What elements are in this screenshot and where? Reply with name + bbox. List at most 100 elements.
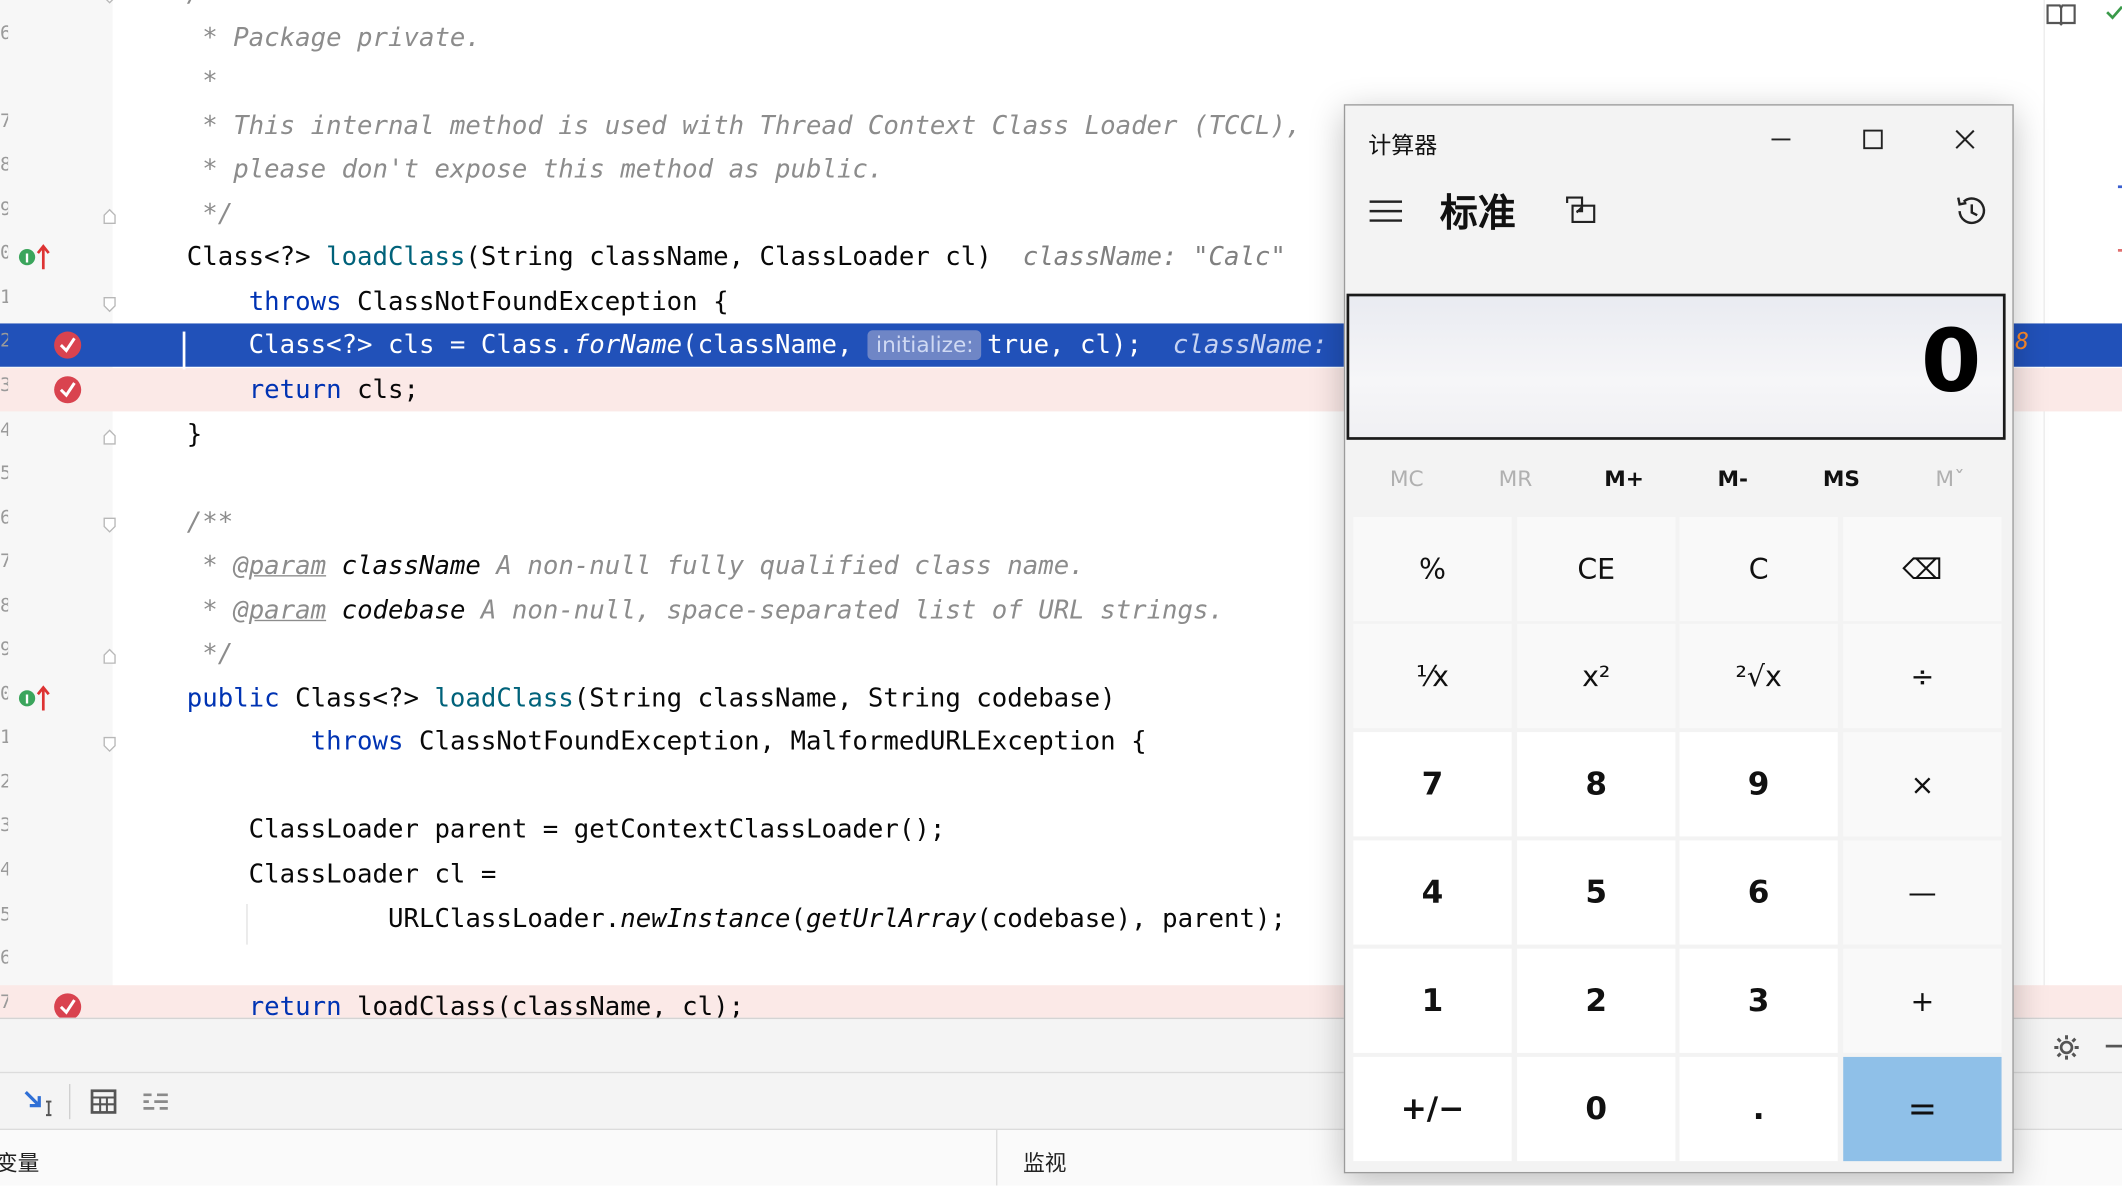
- digit-6-key[interactable]: 6: [1679, 840, 1838, 945]
- code-line[interactable]: *: [0, 60, 2122, 103]
- clear-entry-key[interactable]: CE: [1517, 516, 1676, 622]
- code-token: loadClass: [326, 242, 466, 273]
- code-token: getUrlArray: [806, 903, 977, 934]
- code-token: Class<?>: [186, 242, 327, 273]
- digit-1-key[interactable]: 1: [1353, 948, 1512, 1053]
- code-token: return: [248, 374, 342, 405]
- indent-guide: [246, 904, 248, 945]
- percent-key[interactable]: %: [1353, 516, 1512, 622]
- fold-icon[interactable]: [103, 292, 117, 313]
- minimize-panel-icon[interactable]: [2105, 1044, 2122, 1048]
- window-title: 计算器: [1368, 132, 1438, 160]
- backspace-key[interactable]: ⌫: [1843, 516, 2002, 622]
- code-token: @param: [233, 550, 327, 581]
- code-text: ClassLoader parent = getContextClassLoad…: [187, 814, 946, 846]
- maximize-button[interactable]: [1846, 116, 1900, 162]
- code-token: * Package private.: [186, 22, 481, 53]
- step-into-cursor-icon[interactable]: [22, 1084, 57, 1119]
- implementation-marker-icon[interactable]: I: [18, 241, 53, 279]
- fold-icon[interactable]: [103, 733, 117, 753]
- line-number: 5: [0, 463, 8, 485]
- memory-button-3[interactable]: M-: [1678, 466, 1788, 492]
- implementation-marker-icon[interactable]: I: [18, 682, 53, 720]
- code-token: *: [186, 66, 218, 97]
- memory-button-4[interactable]: MS: [1787, 466, 1897, 492]
- digit-4-key[interactable]: 4: [1353, 840, 1512, 945]
- digit-3-key[interactable]: 3: [1679, 948, 1838, 1053]
- digit-0-key[interactable]: 0: [1517, 1056, 1676, 1162]
- subtract-key[interactable]: —: [1843, 840, 2002, 945]
- fold-icon[interactable]: [103, 645, 117, 665]
- multiply-key[interactable]: ×: [1843, 732, 2002, 837]
- tab-variables[interactable]: 变量: [0, 1145, 39, 1177]
- code-token: *: [186, 595, 234, 625]
- code-text: * please don't expose this method as pub…: [187, 153, 883, 185]
- add-key[interactable]: +: [1843, 948, 2002, 1053]
- code-token: A non-null fully qualified class name.: [480, 550, 1085, 581]
- line-number: 8: [0, 595, 8, 617]
- code-text: * @param codebase A non-null, space-sepa…: [187, 594, 1224, 626]
- close-button[interactable]: [1938, 116, 1992, 162]
- fold-icon[interactable]: [103, 204, 117, 224]
- equals-key[interactable]: =: [1843, 1056, 2002, 1162]
- line-number: 4: [0, 859, 8, 881]
- square-root-key[interactable]: ²√x: [1679, 623, 1838, 729]
- memory-button-1[interactable]: MR: [1461, 466, 1571, 492]
- code-text: /**: [187, 506, 233, 538]
- line-number: 6: [0, 22, 8, 44]
- maximize-icon: [1863, 129, 1883, 150]
- code-text: Class<?> cls = Class.forName(className, …: [187, 329, 1436, 361]
- digit-7-key[interactable]: 7: [1353, 732, 1512, 837]
- code-token: A non-null, space-separated list of URL …: [465, 595, 1224, 625]
- square-key[interactable]: x²: [1517, 623, 1676, 729]
- line-number: 3: [0, 375, 8, 397]
- menu-hamburger-icon[interactable]: [1369, 200, 1403, 222]
- digit-5-key[interactable]: 5: [1517, 840, 1676, 945]
- minimize-button[interactable]: [1754, 116, 1808, 162]
- line-number: 7: [0, 551, 8, 573]
- fold-icon[interactable]: [103, 424, 117, 444]
- reciprocal-key[interactable]: ⅟x: [1353, 623, 1512, 729]
- toolbar-separator: [69, 1084, 71, 1120]
- gear-icon[interactable]: [2052, 1033, 2082, 1063]
- digit-2-key[interactable]: 2: [1517, 948, 1676, 1053]
- code-text: /**: [187, 0, 233, 9]
- code-token: loadClass: [434, 683, 574, 713]
- digit-8-key[interactable]: 8: [1517, 732, 1676, 837]
- code-token: ClassLoader parent = getContextClassLoad…: [186, 815, 946, 846]
- memory-button-5[interactable]: Mˇ: [1895, 466, 2005, 492]
- line-number: 8: [0, 155, 8, 177]
- code-text: * Package private.: [187, 21, 481, 53]
- code-line[interactable]: 6 * Package private.: [0, 16, 2122, 59]
- tab-watches[interactable]: 监视: [1023, 1145, 1066, 1177]
- code-token: throws: [310, 727, 404, 757]
- breakpoint-icon[interactable]: [53, 375, 83, 410]
- evaluate-table-icon[interactable]: [87, 1084, 122, 1119]
- parameter-hint: initialize:: [867, 330, 982, 361]
- memory-button-2[interactable]: M+: [1569, 466, 1679, 492]
- keep-on-top-icon[interactable]: [1564, 195, 1596, 225]
- clear-key[interactable]: C: [1679, 516, 1838, 622]
- code-token: * This internal method is used with Thre…: [186, 110, 1302, 141]
- divide-key[interactable]: ÷: [1843, 623, 2002, 729]
- decimal-key[interactable]: .: [1679, 1056, 1838, 1162]
- fold-icon[interactable]: [103, 512, 117, 533]
- breakpoint-icon[interactable]: [53, 331, 83, 366]
- code-line[interactable]: 5/**: [0, 0, 2122, 15]
- code-token: public: [186, 683, 280, 713]
- code-token: /**: [186, 506, 234, 537]
- negate-key[interactable]: +∕−: [1353, 1056, 1512, 1162]
- code-token: codebase: [326, 595, 466, 625]
- code-text: throws ClassNotFoundException, Malformed…: [187, 726, 1147, 758]
- trace-icon[interactable]: [138, 1084, 173, 1119]
- code-token: (String className, ClassLoader cl): [465, 242, 1023, 273]
- history-icon[interactable]: [1953, 192, 1991, 230]
- digit-9-key[interactable]: 9: [1679, 732, 1838, 837]
- memory-button-0[interactable]: MC: [1352, 466, 1462, 492]
- code-token: URLClassLoader.: [186, 903, 621, 934]
- calculator-window[interactable]: 计算器 标准 0 MC MR M+ M- MS Mˇ % CE C ⌫ ⅟x x² ²√x ÷ 7 8 9 × 4…: [1343, 104, 2014, 1174]
- code-text: */: [187, 197, 233, 229]
- code-token: /**: [187, 0, 233, 8]
